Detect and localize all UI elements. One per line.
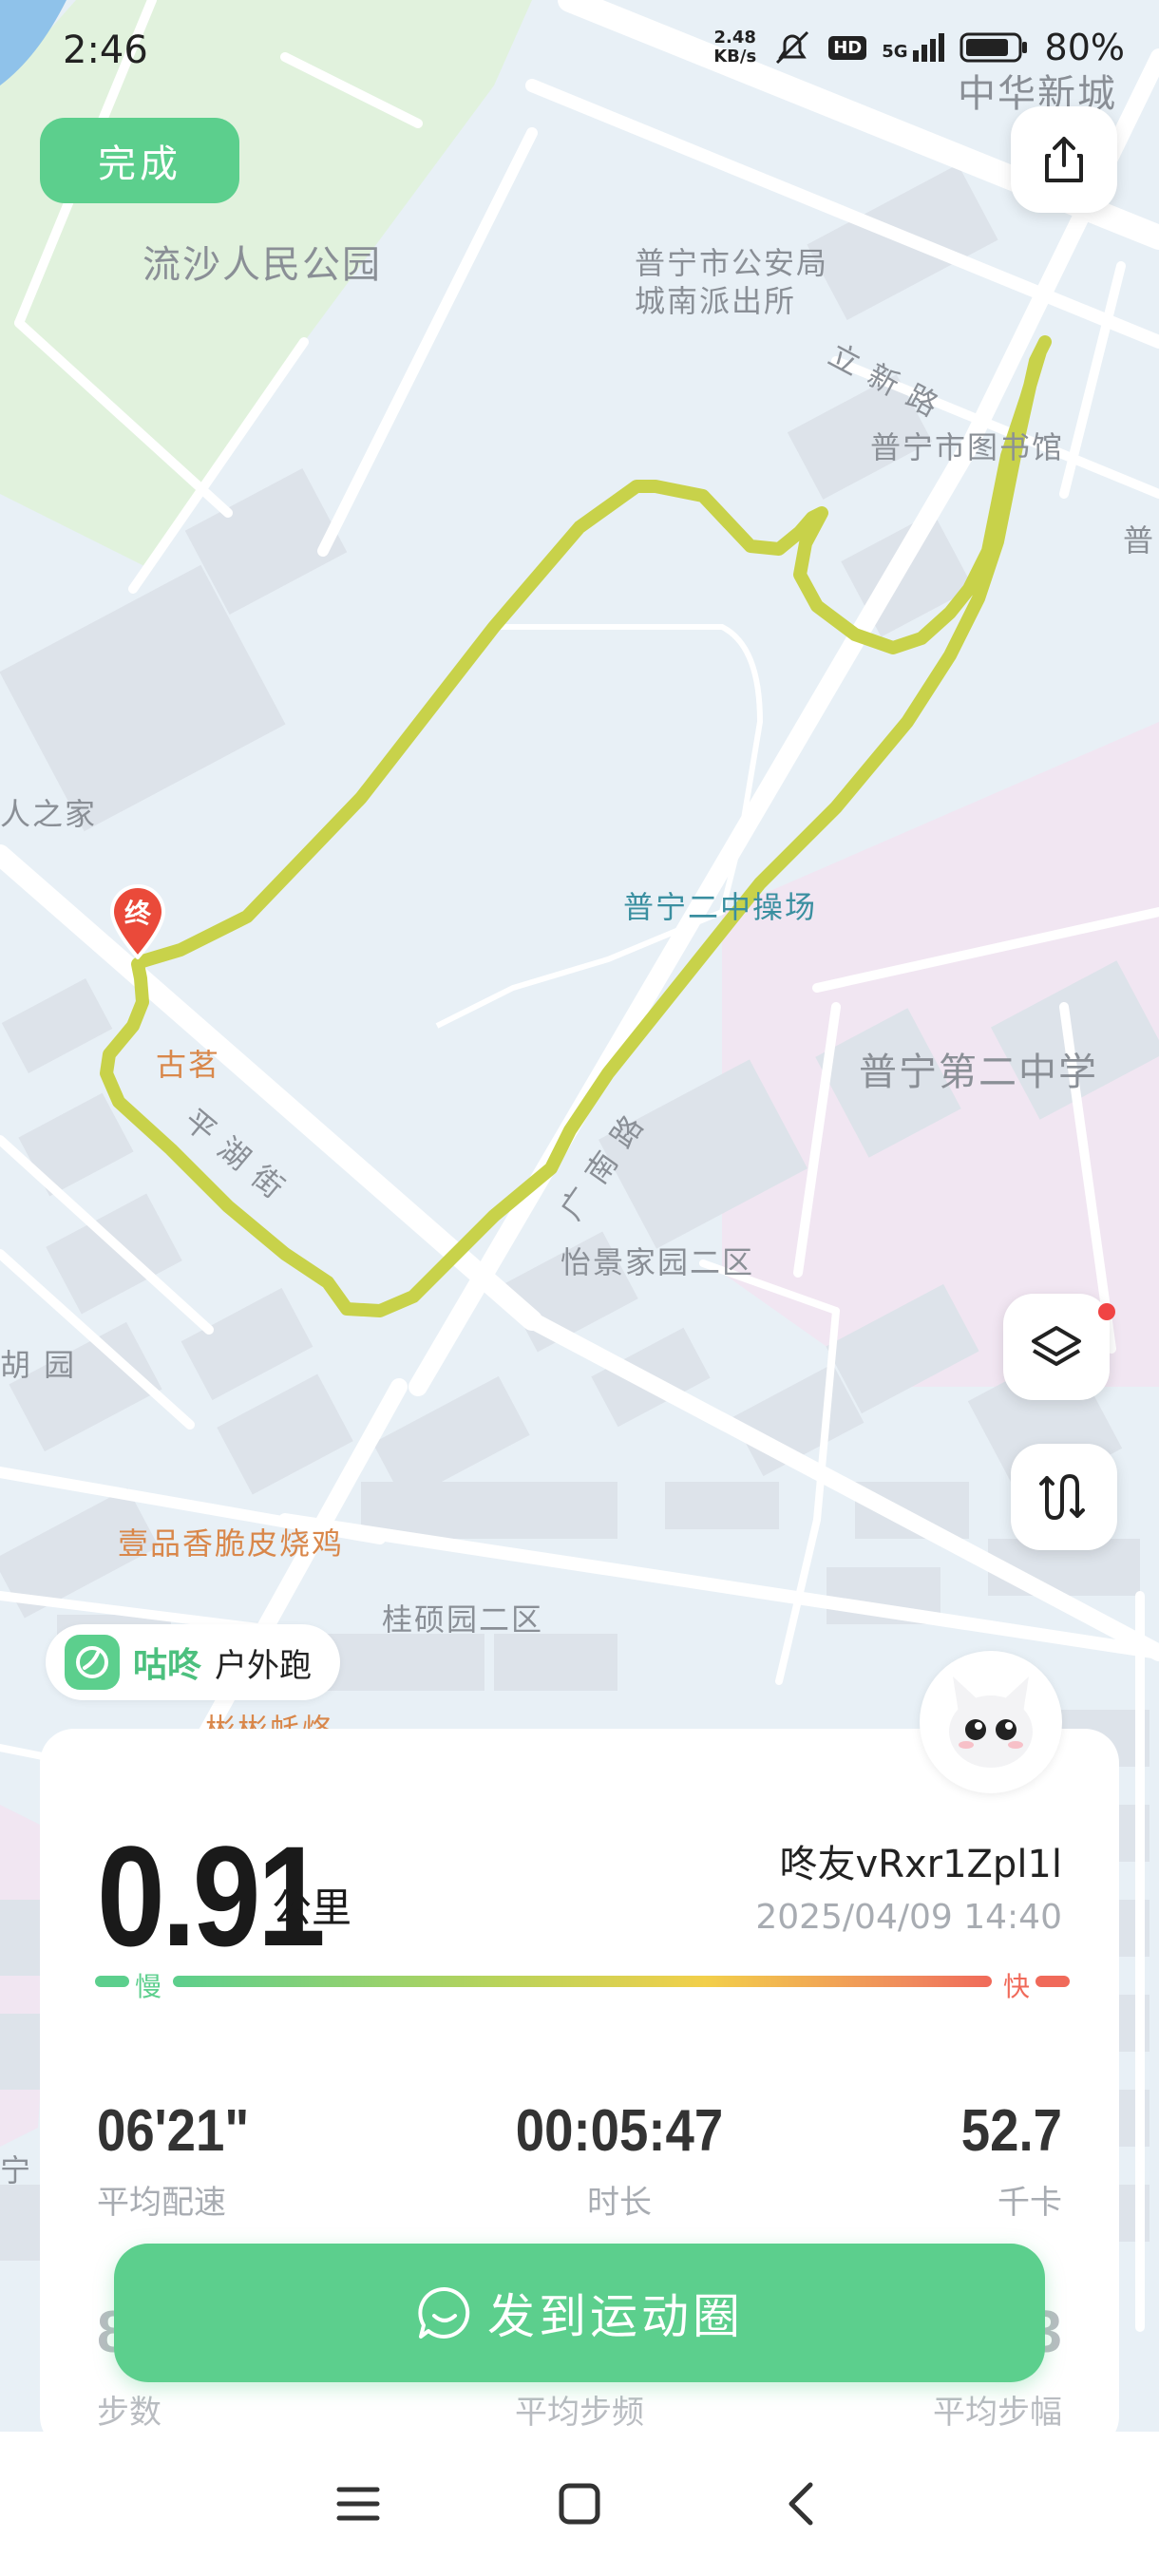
post-to-feed-button[interactable]: 发到运动圈 [114, 2244, 1045, 2382]
stat-value: 00:05:47 [515, 2098, 724, 2164]
pace-fast-cap [1036, 1976, 1070, 1987]
bell-muted-icon [776, 30, 809, 65]
distance-unit: 公里 [272, 1885, 352, 1931]
signal-label: 5G [882, 42, 908, 62]
notification-dot [1098, 1303, 1115, 1320]
brand-chip: 咕咚 户外跑 [46, 1624, 341, 1700]
stat-avg-pace: 06'21" 平均配速 [97, 2097, 382, 2223]
pace-gradient [173, 1976, 992, 1987]
stat-label: 时长 [587, 2184, 652, 2222]
user-avatar[interactable] [920, 1651, 1062, 1793]
pace-slow-cap [95, 1976, 129, 1987]
brand-name: 咕咚 [133, 1646, 202, 1685]
map-label-school: 普宁第二中学 [859, 1051, 1098, 1094]
done-button[interactable]: 完成 [40, 118, 239, 203]
cadence-label: 平均步频 [515, 2394, 644, 2432]
map-label-chicken: 壹品香脆皮烧鸡 [118, 1525, 345, 1562]
map-label-library: 普宁市图书馆 [870, 429, 1065, 465]
stat-calories: 52.7 千卡 [777, 2097, 1062, 2223]
net-speed-value: 2.48 [713, 28, 756, 47]
net-speed: 2.48 KB/s [713, 28, 756, 66]
map-label-pu: 普 [1123, 522, 1156, 559]
stat-label: 千卡 [998, 2184, 1062, 2222]
battery-percent: 80% [1044, 27, 1125, 68]
map-label-police2: 城南派出所 [635, 283, 797, 319]
hd-icon: HD [828, 35, 867, 60]
map-label-hu-garden: 胡 园 [0, 1347, 77, 1383]
stat-label: 平均配速 [97, 2184, 226, 2222]
chat-bubble-icon [418, 2286, 470, 2339]
map-label-guming: 古茗 [156, 1047, 221, 1083]
pace-slow-label: 慢 [135, 1971, 162, 2002]
share-icon [1045, 137, 1083, 182]
stat-duration: 00:05:47 时长 [477, 2097, 762, 2223]
stat-value: 52.7 [960, 2098, 1062, 2164]
system-nav-bar [0, 2432, 1159, 2576]
end-marker-label: 终 [124, 898, 151, 929]
route-wave-icon [1039, 1473, 1085, 1521]
status-bar: 2:46 2.48 KB/s HD 5G 80% [0, 0, 1159, 104]
status-time: 2:46 [63, 28, 148, 72]
status-icons: 2.48 KB/s HD 5G 80% [713, 27, 1125, 68]
map-label-park: 流沙人民公园 [142, 243, 382, 287]
share-export-button[interactable] [1011, 106, 1117, 213]
sport-mode: 户外跑 [215, 1646, 313, 1685]
map-layers-button[interactable] [1003, 1294, 1110, 1400]
layers-icon [1032, 1326, 1081, 1366]
back-chevron-icon [788, 2482, 813, 2526]
stride-label: 平均步幅 [933, 2394, 1062, 2432]
mascot-avatar-icon [949, 1676, 1033, 1768]
map-label-playground: 普宁二中操场 [623, 889, 818, 925]
home-button[interactable] [542, 2466, 618, 2542]
menu-icon [336, 2487, 380, 2521]
codoon-logo-icon [65, 1635, 120, 1690]
back-button[interactable] [763, 2466, 839, 2542]
map-label-guishuo: 桂硕园二区 [382, 1601, 544, 1638]
user-name[interactable]: 咚友vRxr1Zpl1l [780, 1833, 1063, 1888]
signal-icon: 5G [882, 33, 944, 62]
map-label-yijing: 怡景家园二区 [560, 1244, 755, 1280]
pace-legend-bar: 慢 快 [95, 1968, 1070, 2002]
map-label-renzhijia: 人之家 [0, 796, 98, 832]
route-replay-button[interactable] [1011, 1444, 1117, 1550]
pace-fast-label: 快 [1002, 1971, 1030, 2002]
post-to-feed-label: 发到运动圈 [487, 2289, 744, 2344]
map-label-ning: 宁 [0, 2152, 33, 2188]
home-square-icon [559, 2483, 600, 2525]
end-marker-pin: 终 [106, 883, 169, 961]
net-speed-unit: KB/s [713, 47, 757, 66]
activity-datetime: 2025/04/09 14:40 [755, 1898, 1062, 1937]
recent-apps-button[interactable] [320, 2466, 396, 2542]
battery-icon [960, 32, 1027, 63]
stat-value: 06'21" [97, 2098, 250, 2164]
